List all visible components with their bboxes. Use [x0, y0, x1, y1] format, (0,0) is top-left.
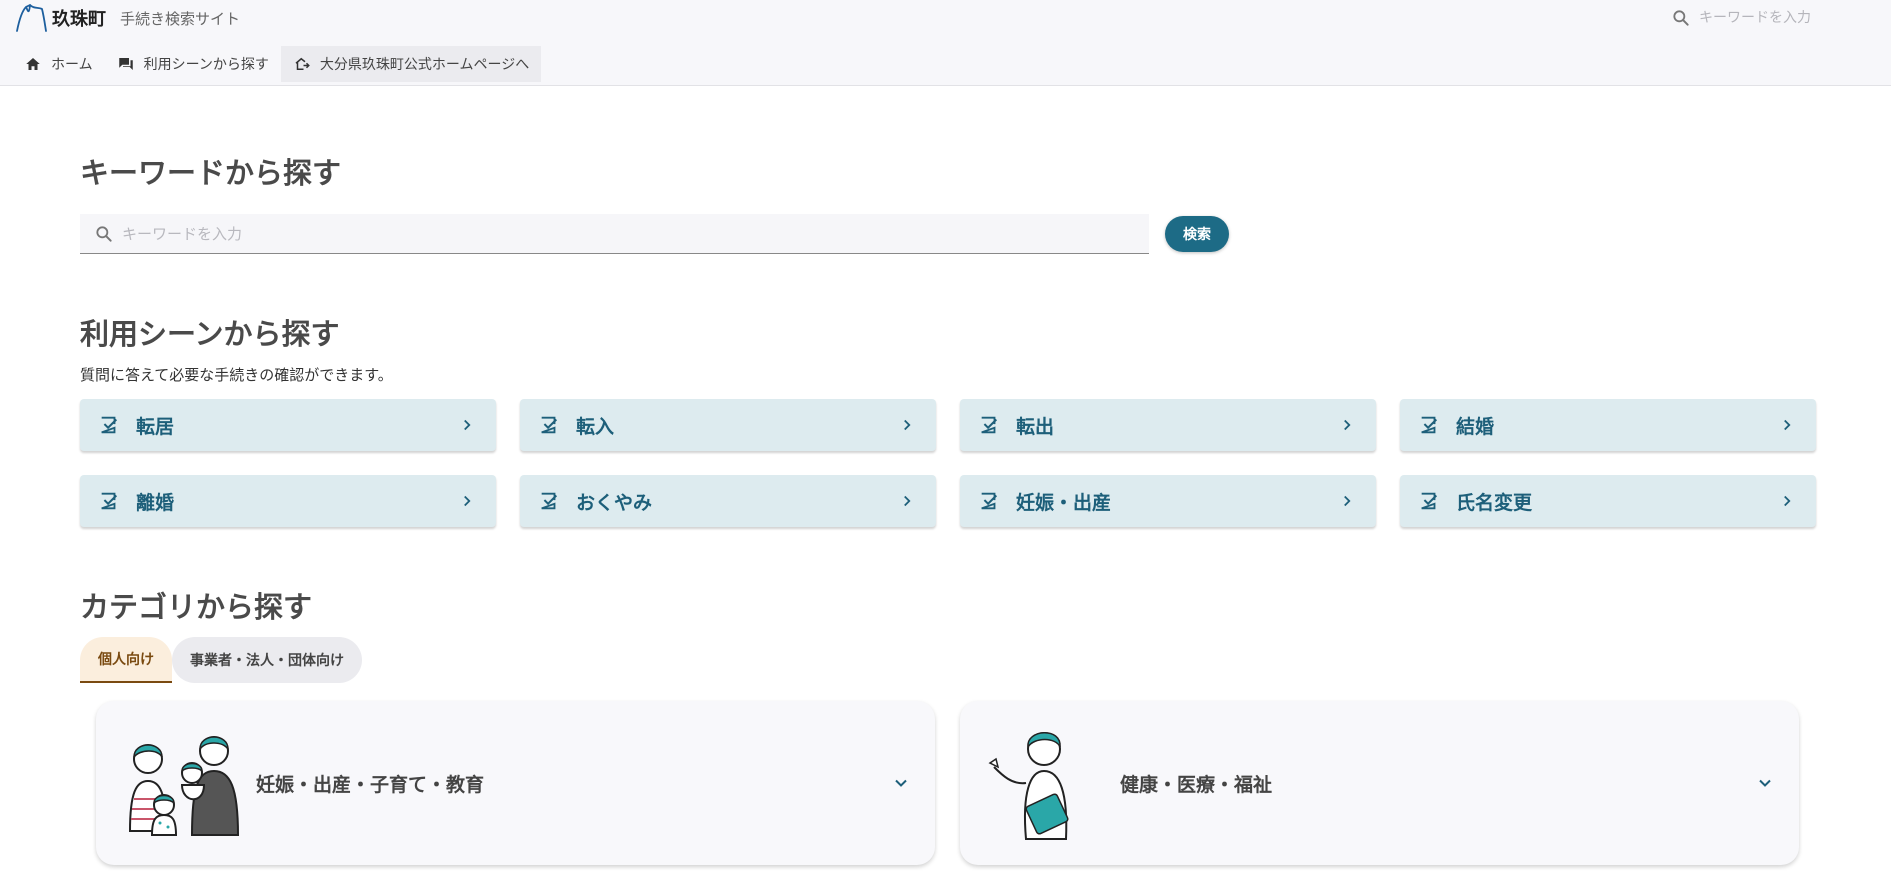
- search-icon: [96, 225, 112, 242]
- site-header: 玖珠町 手続き検索サイト ホーム 利用シーンから探す: [0, 0, 1891, 86]
- chevron-down-icon: [1759, 779, 1771, 787]
- scene-card-label: 氏名変更: [1456, 491, 1533, 514]
- category-section-title: カテゴリから探す: [80, 590, 313, 624]
- checkbox-icon: [541, 416, 558, 434]
- chevron-right-icon: [904, 419, 911, 431]
- brand-subtitle: 手続き検索サイト: [120, 9, 241, 28]
- category-tabs: 個人向け 事業者・法人・団体向け: [80, 637, 362, 683]
- category-card-label: 健康・医療・福祉: [1120, 773, 1273, 796]
- chevron-right-icon: [464, 495, 471, 507]
- header-search-input[interactable]: [1699, 10, 1849, 26]
- town-logo-icon: [16, 4, 47, 32]
- forum-icon: [118, 58, 133, 70]
- scene-card-label: 結婚: [1456, 415, 1495, 438]
- scene-card-kekkon[interactable]: 結婚: [1400, 399, 1816, 451]
- checkbox-icon: [101, 416, 118, 434]
- checkbox-icon: [1421, 492, 1438, 510]
- scene-card-rikon[interactable]: 離婚: [80, 475, 496, 527]
- tab-individual[interactable]: 個人向け: [80, 637, 172, 683]
- nav-scene-label: 利用シーンから探す: [143, 57, 269, 73]
- checkbox-icon: [981, 492, 998, 510]
- home-icon: [26, 58, 40, 70]
- category-card-childcare[interactable]: 妊娠・出産・子育て・教育: [96, 701, 935, 865]
- external-home-icon: [295, 57, 310, 70]
- main-nav: ホーム 利用シーンから探す 大分県玖珠町公式ホームページへ: [12, 46, 542, 82]
- keyword-search-input[interactable]: [122, 224, 1022, 243]
- keyword-search-field[interactable]: [80, 214, 1149, 254]
- search-button[interactable]: 検索: [1165, 216, 1229, 252]
- scene-card-shimei[interactable]: 氏名変更: [1400, 475, 1816, 527]
- category-card-label: 妊娠・出産・子育て・教育: [256, 773, 485, 796]
- scene-card-tennyu[interactable]: 転入: [520, 399, 936, 451]
- family-illustration-icon: [128, 736, 240, 836]
- scene-card-tenshutsu[interactable]: 転出: [960, 399, 1376, 451]
- keyword-section-title: キーワードから探す: [80, 156, 342, 190]
- nav-official-site-label: 大分県玖珠町公式ホームページへ: [319, 57, 530, 73]
- chevron-right-icon: [1344, 419, 1351, 431]
- nav-home-label: ホーム: [51, 57, 93, 73]
- scene-card-label: 妊娠・出産: [1016, 491, 1112, 514]
- chevron-down-icon: [895, 779, 907, 787]
- brand-name: 玖珠町: [52, 9, 106, 30]
- scene-card-label: 転入: [576, 415, 615, 438]
- nav-home[interactable]: ホーム: [12, 46, 105, 82]
- category-card-health[interactable]: 健康・医療・福祉: [960, 701, 1799, 865]
- chevron-right-icon: [1784, 419, 1791, 431]
- nurse-illustration-icon: [988, 732, 1069, 840]
- brand[interactable]: 玖珠町 手続き検索サイト: [14, 3, 240, 33]
- header-search: [1671, 5, 1851, 31]
- nav-scene[interactable]: 利用シーンから探す: [105, 46, 281, 82]
- checkbox-icon: [981, 416, 998, 434]
- chevron-right-icon: [1784, 495, 1791, 507]
- chevron-right-icon: [1344, 495, 1351, 507]
- scene-card-okuyami[interactable]: おくやみ: [520, 475, 936, 527]
- scene-card-ninshin[interactable]: 妊娠・出産: [960, 475, 1376, 527]
- scene-card-label: 転居: [136, 415, 175, 438]
- scene-card-label: おくやみ: [576, 491, 653, 514]
- tab-business[interactable]: 事業者・法人・団体向け: [172, 637, 362, 683]
- scene-card-label: 離婚: [136, 491, 175, 514]
- checkbox-icon: [101, 492, 118, 510]
- chevron-right-icon: [904, 495, 911, 507]
- search-icon: [1673, 10, 1689, 26]
- scene-card-tenkyo[interactable]: 転居: [80, 399, 496, 451]
- scene-section-title: 利用シーンから探す: [80, 317, 340, 351]
- chevron-right-icon: [464, 419, 471, 431]
- checkbox-icon: [1421, 416, 1438, 434]
- nav-official-site[interactable]: 大分県玖珠町公式ホームページへ: [280, 46, 542, 82]
- scene-card-label: 転出: [1016, 415, 1055, 438]
- scene-description: 質問に答えて必要な手続きの確認ができます。: [80, 366, 393, 384]
- checkbox-icon: [541, 492, 558, 510]
